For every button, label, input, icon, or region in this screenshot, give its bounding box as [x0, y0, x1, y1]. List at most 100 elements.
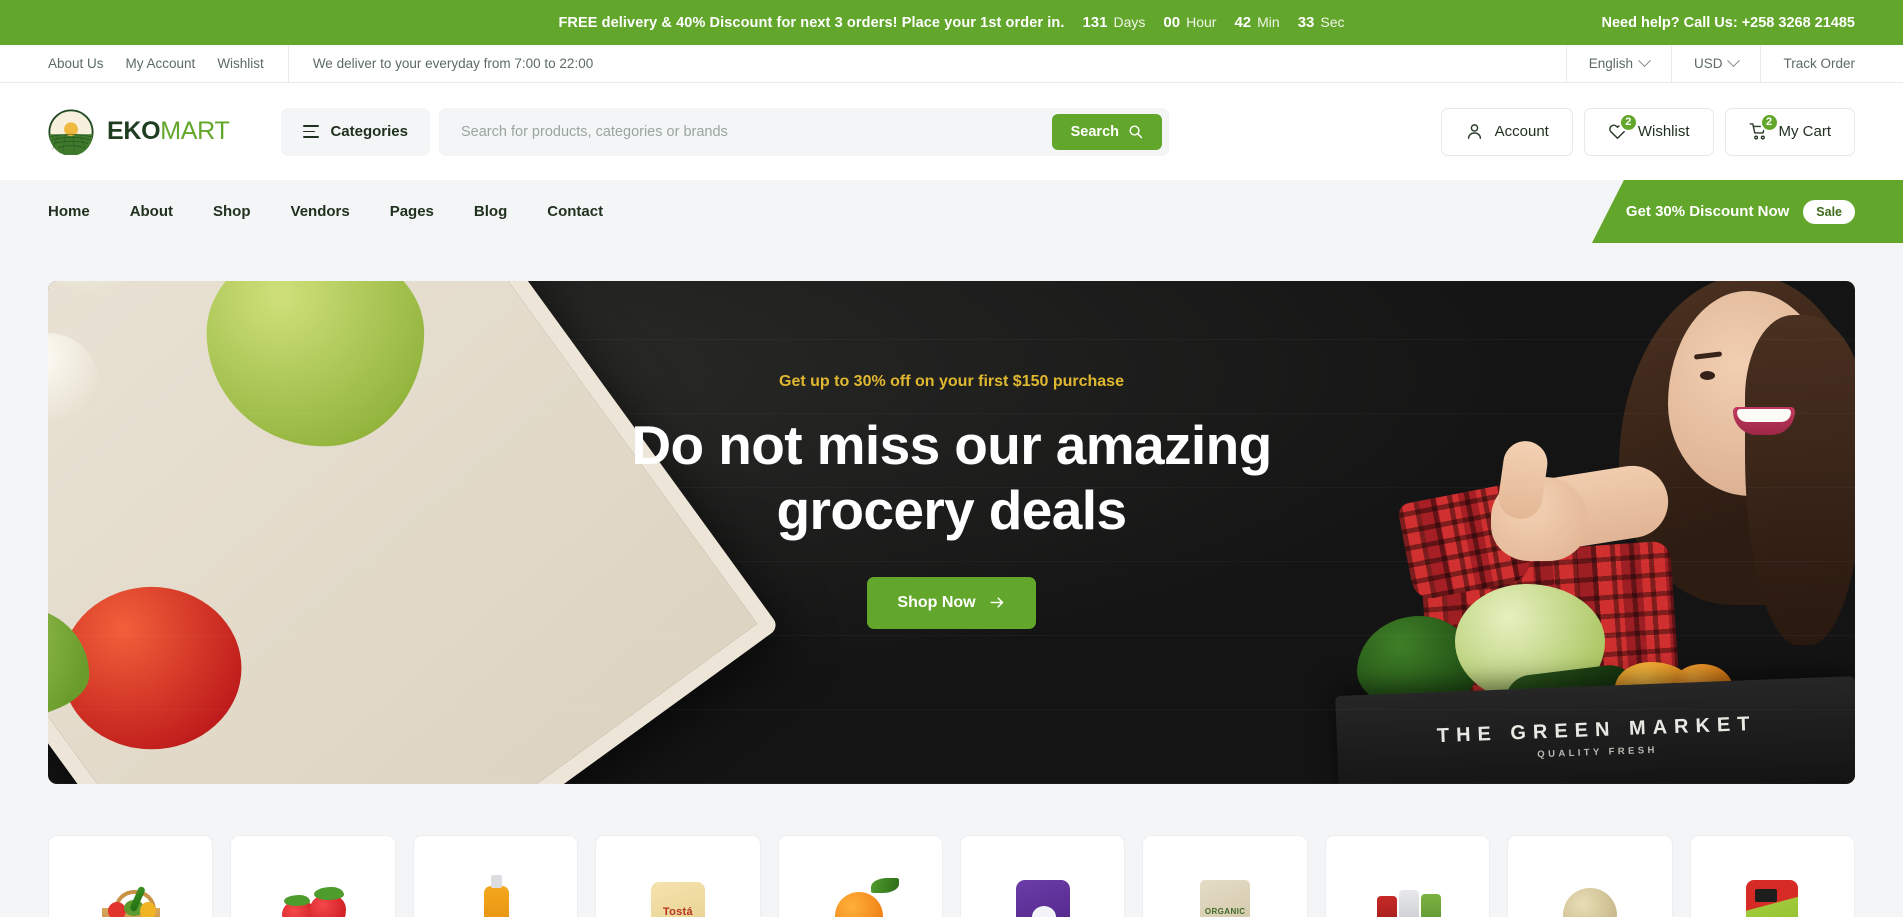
track-order-link[interactable]: Track Order	[1760, 44, 1855, 83]
category-card-vegetable-basket[interactable]	[48, 835, 214, 917]
countdown-seconds-value: 33	[1297, 14, 1315, 31]
countdown-seconds-label: Sec	[1320, 14, 1345, 30]
utility-link-about-us[interactable]: About Us	[48, 56, 104, 71]
red-chips-bag-icon	[1729, 868, 1815, 917]
shop-now-label: Shop Now	[897, 593, 976, 611]
help-phone[interactable]: Need help? Call Us: +258 3268 21485	[1602, 15, 1856, 31]
crate-label-primary: THE GREEN MARKET	[1436, 712, 1757, 747]
countdown-hours: 00 Hour	[1163, 14, 1216, 31]
promo-text: Get 30% Discount Now	[1625, 203, 1790, 220]
hero-title-line2: grocery deals	[776, 478, 1127, 541]
tosta-chips-bag-icon: Tostá	[635, 868, 721, 917]
logo-text-eko: EKO	[107, 117, 161, 145]
search-input[interactable]	[461, 123, 1052, 140]
countdown-days-label: Days	[1113, 14, 1146, 30]
main-header: EKOMART Categories Search Account	[0, 83, 1903, 180]
cart-button-label: My Cart	[1778, 123, 1832, 140]
eyebrow	[1693, 351, 1723, 360]
category-card-orange[interactable]	[777, 835, 944, 917]
announcement-bar: FREE delivery & 40% Discount for next 3 …	[0, 0, 1903, 45]
countdown-minutes: 42 Min	[1234, 14, 1279, 31]
shop-now-button[interactable]: Shop Now	[867, 576, 1036, 629]
soft-drinks-icon	[1365, 868, 1451, 917]
utility-right: English USD Track Order	[1565, 44, 1855, 83]
categories-button[interactable]: Categories	[281, 107, 430, 156]
countdown-hours-value: 00	[1163, 14, 1181, 31]
chevron-down-icon	[1638, 54, 1651, 68]
discount-promo-banner[interactable]: Get 30% Discount Now Sale	[1591, 180, 1903, 243]
countdown-days-value: 131	[1082, 14, 1108, 31]
language-selector[interactable]: English	[1565, 44, 1671, 83]
primary-navigation: Home About Shop Vendors Pages Blog Conta…	[0, 180, 1903, 243]
site-logo[interactable]: EKOMART	[48, 108, 230, 155]
logo-text-mart: MART	[160, 117, 230, 145]
category-card-strip: Tostá ORGANIC	[0, 809, 1903, 917]
nav-item-vendors[interactable]: Vendors	[291, 203, 350, 220]
oil-bottle-icon	[453, 868, 539, 917]
category-card-cooking-oil[interactable]	[412, 835, 579, 917]
track-order-label: Track Order	[1783, 56, 1855, 71]
announcement-message: FREE delivery & 40% Discount for next 3 …	[558, 14, 1065, 31]
utility-links: About Us My Account Wishlist	[48, 56, 288, 71]
utility-link-my-account[interactable]: My Account	[126, 56, 196, 71]
strawberries-icon	[270, 868, 356, 917]
nav-item-shop[interactable]: Shop	[213, 203, 251, 220]
nav-links: Home About Shop Vendors Pages Blog Conta…	[48, 203, 603, 220]
nav-item-contact[interactable]: Contact	[547, 203, 603, 220]
nav-item-pages[interactable]: Pages	[390, 203, 434, 220]
category-card-red-chips[interactable]	[1689, 835, 1856, 917]
countdown-hours-label: Hour	[1186, 14, 1217, 30]
search-icon	[1129, 125, 1143, 139]
countdown-seconds: 33 Sec	[1298, 14, 1345, 31]
organic-label: ORGANIC	[1204, 906, 1246, 916]
account-button[interactable]: Account	[1440, 107, 1573, 156]
currency-selector[interactable]: USD	[1670, 44, 1761, 83]
sale-badge: Sale	[1803, 199, 1855, 224]
hamburger-menu-icon	[303, 125, 320, 138]
category-card-strawberries[interactable]	[230, 835, 396, 917]
countdown-minutes-value: 42	[1234, 14, 1252, 31]
hero-subtitle: Get up to 30% off on your first $150 pur…	[779, 373, 1124, 390]
ekomart-logo-icon	[48, 108, 94, 155]
currency-value: USD	[1693, 56, 1723, 71]
hero-banner[interactable]: THE GREEN MARKET QUALITY FRESH Get up to…	[48, 281, 1855, 784]
search-box: Search	[439, 107, 1169, 156]
vegetable-basket-icon	[88, 868, 174, 917]
purple-snack-bag-icon	[1000, 868, 1086, 917]
delivery-note: We deliver to your everyday from 7:00 to…	[312, 56, 594, 71]
utility-bar: About Us My Account Wishlist We deliver …	[0, 44, 1903, 83]
category-card-organic-grain[interactable]: ORGANIC	[1142, 835, 1308, 917]
wishlist-button-label: Wishlist	[1637, 123, 1690, 140]
cantaloupe-melon-icon	[1547, 868, 1633, 917]
logo-wordmark: EKOMART	[107, 117, 230, 146]
crate-label-secondary: QUALITY FRESH	[1537, 744, 1658, 760]
hero-section: THE GREEN MARKET QUALITY FRESH Get up to…	[0, 243, 1903, 809]
header-actions: Account 2 Wishlist 2 My Cart	[1440, 107, 1855, 156]
language-value: English	[1588, 56, 1633, 71]
search-area: Categories Search	[281, 107, 1169, 156]
chevron-down-icon	[1727, 54, 1741, 68]
tosta-brand-label: Tostá	[662, 906, 693, 917]
category-card-purple-snack[interactable]	[960, 835, 1126, 917]
arrow-right-icon	[990, 597, 1003, 608]
wishlist-count-badge: 2	[1618, 112, 1638, 132]
category-card-soft-drinks[interactable]	[1324, 835, 1491, 917]
organic-grain-bag-icon: ORGANIC	[1182, 868, 1268, 917]
wishlist-button[interactable]: 2 Wishlist	[1583, 107, 1714, 156]
countdown-days: 131 Days	[1082, 14, 1145, 31]
cart-count-badge: 2	[1759, 112, 1779, 132]
person-icon	[1467, 124, 1481, 139]
account-button-label: Account	[1494, 123, 1549, 140]
category-card-tosta-chips[interactable]: Tostá	[595, 835, 761, 917]
categories-button-label: Categories	[330, 123, 408, 140]
search-button-label: Search	[1070, 123, 1119, 140]
search-button[interactable]: Search	[1051, 113, 1162, 150]
nav-item-home[interactable]: Home	[48, 203, 90, 220]
category-card-cantaloupe[interactable]	[1507, 835, 1673, 917]
orange-fruit-icon	[817, 868, 903, 917]
utility-link-wishlist[interactable]: Wishlist	[217, 56, 264, 71]
cart-button[interactable]: 2 My Cart	[1724, 107, 1855, 156]
nav-item-blog[interactable]: Blog	[474, 203, 507, 220]
nav-item-about[interactable]: About	[130, 203, 173, 220]
hero-copy: Get up to 30% off on your first $150 pur…	[48, 373, 1855, 629]
